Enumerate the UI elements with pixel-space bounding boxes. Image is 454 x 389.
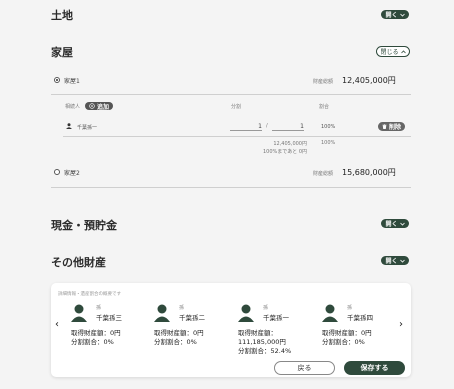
heir-name: 千葉孫二 xyxy=(179,314,205,322)
chevron-down-icon xyxy=(399,222,405,226)
house2-name: 家屋2 xyxy=(64,170,80,177)
section-title-cash: 現金・預貯金 xyxy=(51,219,117,232)
heir-card: 孫 千葉孫二 取得財産額：0円 分割割合：0% xyxy=(154,304,232,358)
heir-card: 孫 千葉孫四 取得財産額：0円 分割割合：0% xyxy=(322,304,400,358)
house1-total-label: 財産総額 xyxy=(313,79,334,85)
heir-card: 孫 千葉孫三 取得財産額：0円 分割割合：0% xyxy=(71,304,149,358)
heir-name: 千葉孫一 xyxy=(263,314,289,322)
person-avatar-icon xyxy=(71,304,87,322)
heir-row-name: 千葉孫一 xyxy=(77,125,98,131)
col-header-ratio: 割合 xyxy=(319,104,330,110)
carousel-prev-button[interactable]: ‹ xyxy=(55,319,59,330)
trash-icon xyxy=(382,124,387,129)
person-avatar-icon xyxy=(238,304,254,322)
land-toggle-label: 開く xyxy=(385,12,398,19)
share-denominator-input[interactable]: 1 xyxy=(272,123,304,131)
house2-radio[interactable] xyxy=(54,169,60,175)
chevron-up-icon xyxy=(400,49,406,53)
section-title-other: その他財産 xyxy=(51,256,106,269)
section-title-house: 家屋 xyxy=(51,46,73,59)
other-toggle-label: 開く xyxy=(385,258,398,265)
chevron-down-icon xyxy=(399,259,405,263)
section-title-land: 土地 xyxy=(51,9,73,22)
delete-heir-label: 削除 xyxy=(388,124,401,131)
person-avatar-icon xyxy=(322,304,338,322)
house2-total-value: 15,680,000円 xyxy=(342,168,396,177)
heir-relation: 孫 xyxy=(347,305,353,311)
back-button[interactable]: 戻る xyxy=(274,361,335,375)
cash-toggle-label: 開く xyxy=(385,221,398,228)
house1-summary-note: 100%まであと 0円 xyxy=(262,149,307,155)
cash-toggle-button[interactable]: 開く xyxy=(381,219,409,228)
delete-heir-button[interactable]: 削除 xyxy=(378,122,405,131)
heir-card: 孫 千葉孫一 取得財産額： 111,185,000円 分割割合：52.4% xyxy=(238,304,316,358)
other-toggle-button[interactable]: 開く xyxy=(381,256,409,265)
heir-relation: 孫 xyxy=(179,305,185,311)
house-toggle-button[interactable]: 閉じる xyxy=(376,46,410,57)
person-icon xyxy=(66,123,72,129)
share-numerator-input[interactable]: 1 xyxy=(230,123,262,131)
heir-name: 千葉孫四 xyxy=(347,314,373,322)
summary-caption: 詳細情報・遺産割合の概要です xyxy=(58,292,121,297)
share-slash: / xyxy=(266,123,268,129)
add-heir-button[interactable]: 追加 xyxy=(85,102,113,111)
person-avatar-icon xyxy=(154,304,170,322)
heir-ratio: 分割割合：0% xyxy=(154,338,197,346)
house2-total-label: 財産総額 xyxy=(313,171,334,177)
heir-row-ratio: 100% xyxy=(321,124,336,130)
plus-circle-icon xyxy=(89,103,95,109)
divider xyxy=(63,136,411,137)
divider xyxy=(51,187,411,188)
land-toggle-button[interactable]: 開く xyxy=(381,10,409,19)
house-toggle-label: 閉じる xyxy=(380,49,399,56)
house1-radio[interactable] xyxy=(54,77,60,83)
heir-relation: 孫 xyxy=(96,305,102,311)
save-button[interactable]: 保存する xyxy=(344,361,405,375)
house1-name: 家屋1 xyxy=(64,78,80,85)
col-header-heir: 相続人 xyxy=(65,104,81,110)
col-header-share: 分割 xyxy=(231,104,242,110)
heir-ratio: 分割割合：0% xyxy=(71,338,114,346)
heir-relation: 孫 xyxy=(263,305,269,311)
house1-summary-ratio: 100% xyxy=(321,140,336,146)
house1-summary-amount: 12,405,000円 xyxy=(273,141,307,147)
heir-ratio: 分割割合：0% xyxy=(322,338,365,346)
divider xyxy=(51,94,411,95)
chevron-down-icon xyxy=(399,13,405,17)
add-heir-label: 追加 xyxy=(96,103,109,111)
heir-ratio: 分割割合：52.4% xyxy=(238,347,292,355)
heir-name: 千葉孫三 xyxy=(96,314,122,322)
house1-total-value: 12,405,000円 xyxy=(342,76,396,85)
